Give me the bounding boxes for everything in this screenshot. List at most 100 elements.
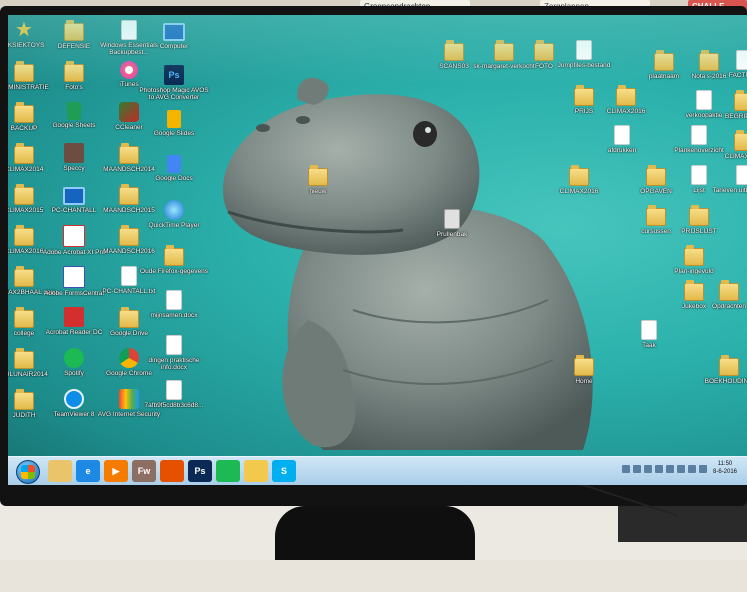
folder-icon xyxy=(119,225,139,246)
start-button[interactable] xyxy=(16,460,40,484)
recycle-icon xyxy=(444,209,460,229)
desktop-icon[interactable]: CLIMAX2016 xyxy=(543,165,615,195)
folder-icon xyxy=(719,355,739,376)
adobe-icon xyxy=(63,225,85,247)
tray-icon[interactable] xyxy=(677,465,685,473)
desktop-icon[interactable]: afdrukken xyxy=(586,125,658,154)
monitor-icon xyxy=(63,187,85,205)
desktop-icon-label: dingen praktische info.docx xyxy=(148,357,200,371)
desktop-icon[interactable]: Opdrachten xyxy=(693,280,747,310)
taskbar-firefox-icon[interactable] xyxy=(160,460,184,482)
desktop-icon-label: Google Slides xyxy=(153,130,195,137)
doc-icon xyxy=(121,266,137,286)
desktop-icon[interactable]: CLIMAX2016 xyxy=(590,85,662,115)
desktop-icon-label: Tarieven uitbetalingen xyxy=(712,187,747,194)
chrome-icon xyxy=(119,348,139,368)
taskbar-clock[interactable]: 11:50 8-6-2016 xyxy=(709,460,741,476)
desktop-screen: ★AKSIEKTOYSADMINISTRATIEBACKUPCLIMAX2014… xyxy=(8,15,747,485)
doc-icon xyxy=(121,20,137,40)
desktop-icon[interactable]: Prullenbak xyxy=(416,209,488,238)
forms-icon xyxy=(63,266,85,288)
folder-icon xyxy=(119,143,139,164)
taskbar-files-icon[interactable] xyxy=(244,460,268,482)
desktop-icon[interactable]: Home xyxy=(548,355,620,385)
taskbar-photoshop-icon[interactable]: Ps xyxy=(188,460,212,482)
desktop-icon-label: Taak xyxy=(642,342,656,349)
windows-logo-icon xyxy=(21,465,35,479)
avg-icon xyxy=(119,389,139,409)
desktop-icon[interactable]: Ps Photoshop Magic AVOS to AVG Converter xyxy=(138,65,210,101)
desktop-icon[interactable]: mijnsamen.docx xyxy=(138,290,210,319)
doc-icon xyxy=(691,165,707,185)
doc-icon xyxy=(691,125,707,145)
doc-icon xyxy=(736,50,747,70)
doc-icon xyxy=(614,125,630,145)
desktop-icon[interactable]: Taak xyxy=(613,320,685,349)
desktop-icon[interactable]: Computer xyxy=(138,20,210,50)
system-tray xyxy=(622,465,707,477)
folder-icon xyxy=(14,225,34,246)
folder-icon xyxy=(119,307,139,328)
tray-icon[interactable] xyxy=(633,465,641,473)
desktop-icon[interactable]: Jumpfiles-bestand xyxy=(548,40,620,69)
desktop-icon[interactable]: FACTURE xyxy=(708,50,747,79)
folder-icon xyxy=(654,50,674,71)
desktop-icon[interactable]: BOEKHOUDING xyxy=(693,355,747,385)
doc-icon xyxy=(166,380,182,400)
desktop-icon[interactable]: BEGRIPPEN xyxy=(708,90,747,120)
taskbar-explorer-icon[interactable] xyxy=(48,460,72,482)
taskbar-fw-icon[interactable]: Fw xyxy=(132,460,156,482)
folder-icon xyxy=(14,266,34,287)
desktop-icon[interactable]: 7afb9f5cd8b3c6d8... xyxy=(138,380,210,409)
desktop-icon-label: nieuw xyxy=(309,188,327,195)
desktop-icon[interactable]: Oude Firefox-gegevens xyxy=(138,245,210,275)
desktop-icon-label: Oude Firefox-gegevens xyxy=(140,268,208,275)
doc-icon xyxy=(641,320,657,340)
tray-icon[interactable] xyxy=(699,465,707,473)
desktop-icon-label: Plan-ingevuld xyxy=(674,268,714,275)
desktop-icon[interactable]: Tarieven uitbetalingen xyxy=(708,165,747,194)
tray-icon[interactable] xyxy=(688,465,696,473)
desktop-icon-label: Google Docs xyxy=(155,175,193,182)
taskbar: e ▶ Fw Ps S 11:50 8-6-2016 xyxy=(8,456,747,485)
tray-icon[interactable] xyxy=(655,465,663,473)
tray-icon[interactable] xyxy=(666,465,674,473)
taskbar-skype-icon[interactable]: S xyxy=(272,460,296,482)
folder-icon xyxy=(64,20,84,41)
desktop-icon[interactable]: Google Docs xyxy=(138,155,210,182)
gslide-icon xyxy=(167,110,181,128)
folder-icon xyxy=(14,102,34,123)
speccy-icon xyxy=(64,143,84,163)
tray-icon[interactable] xyxy=(622,465,630,473)
taskbar-ie-icon[interactable]: e xyxy=(76,460,100,482)
desktop-icon[interactable]: PRIJSLIJST xyxy=(663,205,735,235)
doc-icon xyxy=(736,165,747,185)
itunes-icon xyxy=(120,61,138,79)
desktop-icon[interactable]: QuickTime Player xyxy=(138,200,210,229)
desktop-icon-label: Computer xyxy=(159,43,189,50)
doc-icon xyxy=(576,40,592,60)
qt-icon xyxy=(164,200,184,220)
clock-date: 8-6-2016 xyxy=(712,469,738,475)
desktop-icon[interactable]: nieuw xyxy=(282,165,354,195)
desktop-icon-label: CLIMAX2016 xyxy=(606,108,646,115)
desktop-icon-label: 7afb9f5cd8b3c6d8... xyxy=(144,402,204,409)
desktop-icon[interactable]: CLIMAX2016 xyxy=(708,130,747,160)
taskbar-media-icon[interactable]: ▶ xyxy=(104,460,128,482)
ccl-icon xyxy=(119,102,139,122)
folder-icon xyxy=(119,184,139,205)
monitor-stand xyxy=(275,506,475,560)
folder-icon xyxy=(308,165,328,186)
desktop-icon[interactable]: dingen praktische info.docx xyxy=(138,335,210,371)
taskbar-spotify-icon[interactable] xyxy=(216,460,240,482)
tv-icon xyxy=(64,389,84,409)
desktop-icon-label: QuickTime Player xyxy=(148,222,200,229)
folder-icon xyxy=(616,85,636,106)
desktop-icon[interactable]: Plan-ingevuld xyxy=(658,245,730,275)
desktop-icon-label: CLIMAX2016 xyxy=(559,188,599,195)
desktop-icon[interactable]: Google Slides xyxy=(138,110,210,137)
tray-icon[interactable] xyxy=(644,465,652,473)
folder-icon xyxy=(689,205,709,226)
desktop-icon-label: BEGRIPPEN xyxy=(725,113,747,120)
desktop-icon-label: afdrukken xyxy=(607,147,637,154)
